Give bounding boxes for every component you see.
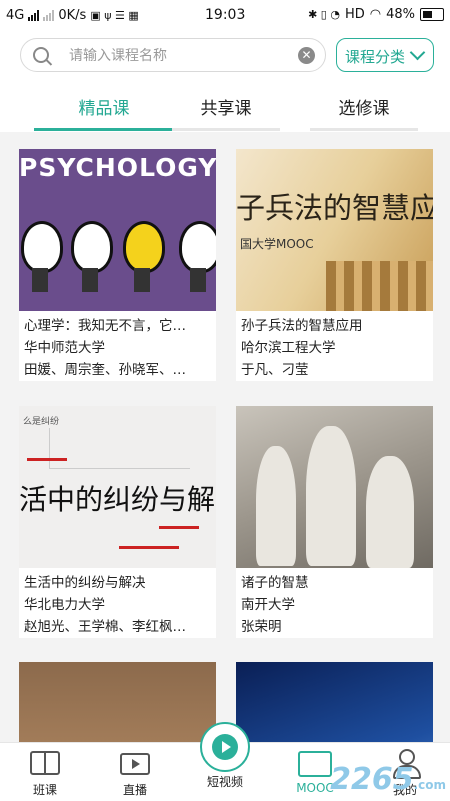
statue-graphic bbox=[366, 456, 414, 568]
bulb-graphic bbox=[71, 221, 113, 292]
mooc-icon bbox=[298, 751, 332, 777]
bulb-graphic bbox=[123, 221, 165, 292]
course-title: 心理学：我知无不言，它… bbox=[24, 318, 186, 334]
tab-underline bbox=[34, 128, 174, 131]
bulb-graphic bbox=[21, 221, 63, 292]
network-type: 4G bbox=[6, 8, 25, 23]
tab-underline bbox=[172, 128, 280, 131]
course-card[interactable] bbox=[236, 662, 433, 742]
nav-item-class[interactable]: 班课 bbox=[0, 743, 90, 801]
red-line-graphic bbox=[119, 546, 179, 549]
signal-icon-secondary bbox=[43, 10, 55, 21]
clock: 19:03 bbox=[205, 7, 246, 23]
course-school: 华中师范大学 bbox=[24, 340, 105, 356]
thumbnail-subtitle: 么是纠纷 bbox=[23, 417, 60, 427]
thumbnail-title: 子兵法的智慧应 bbox=[236, 191, 433, 225]
course-school: 哈尔滨工程大学 bbox=[241, 340, 336, 356]
course-tabs: 精品课 共享课 选修课 bbox=[0, 82, 450, 132]
course-teachers: 田媛、周宗奎、孙晓军、… bbox=[24, 362, 186, 378]
course-card[interactable] bbox=[19, 662, 216, 742]
course-school: 华北电力大学 bbox=[24, 597, 105, 613]
book-icon bbox=[30, 751, 60, 775]
wifi-icon: ◠ bbox=[369, 7, 382, 22]
course-title: 生活中的纠纷与解决 bbox=[24, 575, 146, 591]
course-thumbnail bbox=[236, 406, 433, 568]
course-thumbnail: 么是纠纷 活中的纠纷与解 bbox=[19, 406, 216, 568]
thumbnail-title: PSYCHOLOGY bbox=[19, 153, 216, 182]
tab-underline bbox=[310, 128, 418, 131]
battery-icon bbox=[420, 8, 444, 21]
course-school: 南开大学 bbox=[241, 597, 295, 613]
play-icon bbox=[212, 734, 238, 760]
system-icons: ✱ ▯ ◔ bbox=[308, 8, 340, 21]
chevron-down-icon bbox=[409, 44, 426, 61]
red-line-graphic bbox=[27, 458, 67, 461]
course-thumbnail: PSYCHOLOGY bbox=[19, 149, 216, 311]
tv-play-icon bbox=[120, 753, 150, 775]
tab-label: 选修课 bbox=[338, 99, 390, 119]
tab-label: 共享课 bbox=[200, 99, 252, 119]
short-video-button[interactable] bbox=[200, 722, 250, 772]
chart-lines-graphic bbox=[49, 428, 190, 469]
course-grid: PSYCHOLOGY 心理学：我知无不言，它… 华中师范大学 田媛、周宗奎、孙晓… bbox=[0, 132, 450, 742]
red-line-graphic bbox=[159, 526, 199, 529]
watermark-text: 2265 bbox=[330, 762, 414, 797]
search-icon bbox=[33, 47, 49, 63]
course-title: 诸子的智慧 bbox=[241, 575, 309, 591]
nav-label: 直播 bbox=[122, 783, 147, 797]
course-title: 孙子兵法的智慧应用 bbox=[241, 318, 363, 334]
course-teachers: 于凡、刁莹 bbox=[241, 362, 309, 378]
signal-icon bbox=[28, 10, 40, 21]
bamboo-slips-graphic bbox=[326, 261, 433, 311]
battery-percent: 48% bbox=[386, 7, 415, 22]
network-speed: 0K/s bbox=[58, 8, 87, 23]
course-card[interactable]: 子兵法的智慧应 国大学MOOC 孙子兵法的智慧应用 哈尔滨工程大学 于凡、刁莹 bbox=[236, 149, 433, 381]
tab-shared[interactable]: 共享课 bbox=[172, 94, 280, 131]
bulb-graphic bbox=[179, 221, 216, 292]
short-video-label: 短视频 bbox=[206, 775, 243, 789]
course-thumbnail bbox=[236, 662, 433, 742]
thumbnail-title: 活中的纠纷与解 bbox=[19, 483, 216, 516]
statue-graphic bbox=[256, 446, 296, 566]
thumbnail-subtitle: 国大学MOOC bbox=[240, 237, 314, 251]
watermark-suffix: .com bbox=[413, 778, 446, 792]
statue-graphic bbox=[306, 426, 356, 566]
tab-elective[interactable]: 选修课 bbox=[310, 94, 418, 131]
clear-icon[interactable]: ✕ bbox=[298, 47, 315, 64]
tab-label: 精品课 bbox=[78, 99, 130, 119]
course-thumbnail bbox=[19, 662, 216, 742]
category-button[interactable]: 课程分类 bbox=[336, 38, 434, 72]
notification-icons: ▣ ψ ☰ ▦ bbox=[90, 9, 139, 22]
watermark-logo: 2265.com bbox=[330, 762, 446, 797]
status-bar: 4G 0K/s ▣ ψ ☰ ▦ 19:03 ✱ ▯ ◔ HD ◠ 48% bbox=[0, 0, 450, 32]
course-teachers: 赵旭光、王学棉、李红枫… bbox=[24, 619, 186, 635]
tab-featured[interactable]: 精品课 bbox=[34, 94, 174, 131]
search-bar[interactable]: ✕ bbox=[20, 38, 326, 72]
course-card[interactable]: 诸子的智慧 南开大学 张荣明 bbox=[236, 406, 433, 638]
category-label: 课程分类 bbox=[345, 48, 406, 66]
course-card[interactable]: PSYCHOLOGY 心理学：我知无不言，它… 华中师范大学 田媛、周宗奎、孙晓… bbox=[19, 149, 216, 381]
nav-item-live[interactable]: 直播 bbox=[90, 743, 180, 801]
course-card[interactable]: 么是纠纷 活中的纠纷与解 生活中的纠纷与解决 华北电力大学 赵旭光、王学棉、李红… bbox=[19, 406, 216, 638]
nav-label: 班课 bbox=[32, 783, 57, 797]
course-thumbnail: 子兵法的智慧应 国大学MOOC bbox=[236, 149, 433, 311]
search-input[interactable] bbox=[67, 44, 291, 68]
hd-indicator: HD bbox=[344, 7, 365, 22]
course-teachers: 张荣明 bbox=[241, 619, 282, 635]
